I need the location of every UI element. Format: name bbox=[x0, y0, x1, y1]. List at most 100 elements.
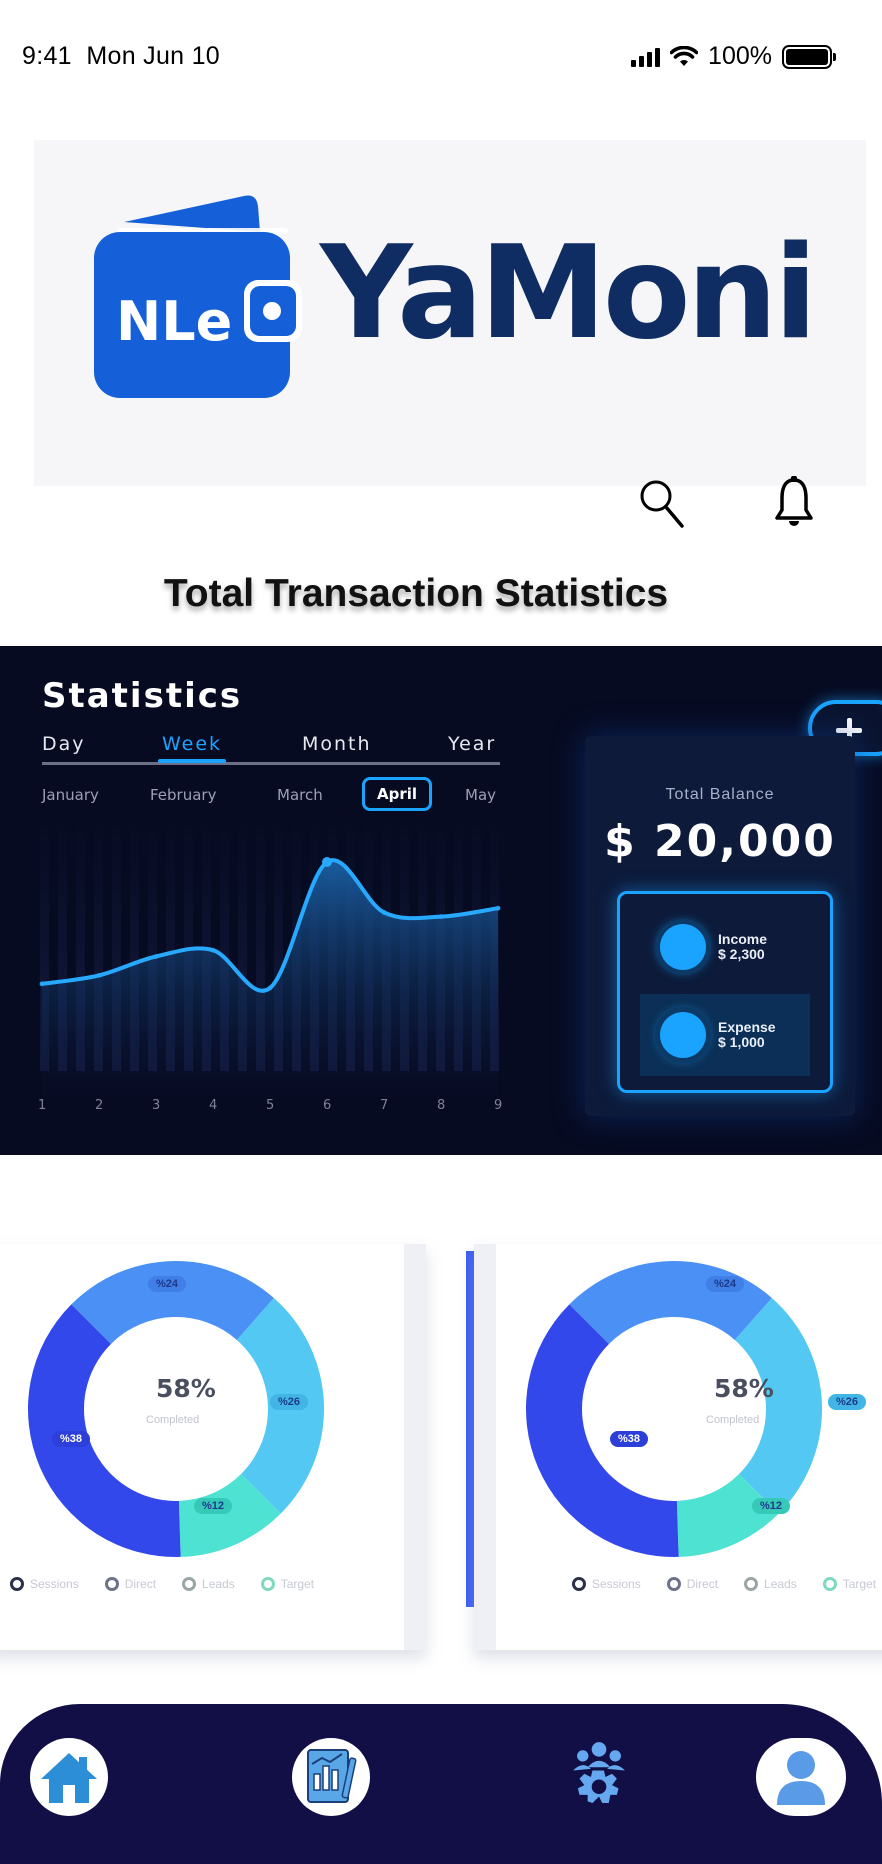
chart-data-point bbox=[438, 914, 444, 920]
donut-center-value: 58% bbox=[714, 1374, 774, 1403]
expense-text: Expense $ 1,000 bbox=[718, 1018, 776, 1051]
team-settings-icon bbox=[573, 1742, 625, 1803]
legend-item: Direct bbox=[104, 1577, 156, 1591]
legend-dot-icon bbox=[260, 1577, 275, 1591]
legend-dot-icon bbox=[182, 1577, 197, 1591]
income-value: $ 2,300 bbox=[718, 946, 765, 962]
status-indicators: 100% bbox=[631, 42, 836, 71]
donut-segment bbox=[734, 1297, 822, 1514]
legend-item: Target bbox=[260, 1577, 314, 1591]
donut-center-label: Completed bbox=[146, 1414, 200, 1426]
chart-data-point bbox=[381, 909, 387, 915]
donut-legend: Sessions Direct Leads Target bbox=[572, 1577, 876, 1591]
wifi-icon bbox=[670, 45, 699, 66]
legend-item: Direct bbox=[666, 1577, 718, 1591]
x-tick-label: 4 bbox=[209, 1098, 218, 1113]
search-icon[interactable] bbox=[634, 474, 690, 530]
segment-label: %26 bbox=[828, 1394, 867, 1410]
month-tab-april[interactable]: April bbox=[362, 777, 433, 811]
bell-icon[interactable] bbox=[766, 474, 822, 530]
legend-item: Sessions bbox=[572, 1577, 641, 1591]
donut-legend: Sessions Direct Leads Target bbox=[10, 1577, 314, 1591]
income-row[interactable]: Income $ 2,300 bbox=[640, 906, 810, 988]
balance-card: Total Balance $ 20,000 Income $ 2,300 Ex… bbox=[585, 736, 855, 1116]
profile-icon bbox=[777, 1751, 825, 1805]
logo-wordmark: YaMoni bbox=[320, 219, 818, 368]
logo-banner: NLe YaMoni bbox=[34, 140, 866, 486]
segment-label: %26 bbox=[270, 1394, 309, 1410]
income-label: Income bbox=[718, 930, 768, 947]
month-tab-march[interactable]: March bbox=[277, 786, 323, 804]
donut-chart bbox=[27, 1261, 324, 1557]
home-icon bbox=[41, 1753, 97, 1803]
battery-percent: 100% bbox=[708, 42, 772, 70]
chart-area-fill bbox=[42, 860, 498, 1096]
statistics-area-chart bbox=[39, 821, 501, 1096]
nav-reports-button[interactable] bbox=[292, 1738, 370, 1816]
legend-item: Target bbox=[822, 1577, 876, 1591]
donut-card-right: 58% Completed %24 %26 %12 %38 Sessions D… bbox=[474, 1244, 882, 1650]
nav-home-button[interactable] bbox=[30, 1738, 108, 1816]
legend-dot-icon bbox=[572, 1577, 586, 1591]
x-tick-label: 6 bbox=[323, 1098, 332, 1113]
income-text: Income $ 2,300 bbox=[718, 930, 768, 963]
tab-month[interactable]: Month bbox=[302, 733, 372, 755]
legend-item: Sessions bbox=[10, 1577, 79, 1591]
nav-profile-button[interactable] bbox=[756, 1738, 846, 1816]
status-date: Mon Jun 10 bbox=[86, 42, 220, 70]
x-tick-label: 9 bbox=[494, 1098, 503, 1113]
logo-badge-text: NLe bbox=[116, 290, 232, 353]
status-bar: 9:41 Mon Jun 10 100% bbox=[0, 0, 882, 112]
x-tick-label: 5 bbox=[266, 1098, 275, 1113]
statistics-panel: Statistics Day Week Month Year January F… bbox=[0, 646, 882, 1155]
chart-data-point bbox=[322, 857, 332, 867]
month-tab-february[interactable]: February bbox=[150, 786, 216, 804]
donut-center-value: 58% bbox=[156, 1374, 216, 1403]
donut-card-left: 58% Completed %24 %26 %12 %38 Sessions D… bbox=[0, 1244, 426, 1650]
expense-label: Expense bbox=[718, 1018, 776, 1035]
battery-icon bbox=[782, 44, 836, 69]
x-tick-label: 8 bbox=[437, 1098, 446, 1113]
card-divider bbox=[466, 1251, 474, 1607]
tab-year[interactable]: Year bbox=[448, 733, 496, 755]
balance-value: $ 20,000 bbox=[604, 816, 836, 867]
donut-center-label: Completed bbox=[706, 1414, 760, 1426]
tab-week[interactable]: Week bbox=[157, 733, 227, 763]
wallet-logo-icon: NLe bbox=[94, 195, 302, 398]
x-tick-label: 2 bbox=[95, 1098, 104, 1113]
statistics-title: Statistics bbox=[42, 676, 243, 716]
month-tab-january[interactable]: January bbox=[42, 786, 99, 804]
tab-day[interactable]: Day bbox=[42, 733, 86, 755]
x-tick-label: 3 bbox=[152, 1098, 161, 1113]
status-clock: 9:41 bbox=[22, 42, 72, 70]
segment-label: %24 bbox=[706, 1276, 745, 1292]
section-title: Total Transaction Statistics bbox=[163, 572, 669, 615]
donut-segment bbox=[71, 1261, 274, 1344]
donut-segment bbox=[569, 1261, 772, 1344]
month-tab-may[interactable]: May bbox=[465, 786, 496, 804]
segment-label: %12 bbox=[752, 1498, 791, 1514]
chart-data-point bbox=[210, 947, 216, 953]
legend-dot-icon bbox=[666, 1577, 681, 1591]
legend-dot-icon bbox=[10, 1577, 24, 1591]
legend-item: Leads bbox=[182, 1577, 235, 1591]
chart-data-point bbox=[39, 981, 45, 987]
expense-value: $ 1,000 bbox=[718, 1034, 765, 1050]
balance-label: Total Balance bbox=[665, 786, 775, 803]
period-tabs: Day Week Month Year bbox=[42, 733, 500, 765]
legend-dot-icon bbox=[104, 1577, 119, 1591]
bottom-nav bbox=[0, 1704, 882, 1864]
donut-segment bbox=[27, 1304, 181, 1557]
expense-row[interactable]: Expense $ 1,000 bbox=[640, 994, 810, 1076]
chart-data-point bbox=[495, 905, 501, 911]
segment-label: %12 bbox=[194, 1498, 233, 1514]
nav-team-settings-button[interactable] bbox=[560, 1738, 638, 1816]
legend-dot-icon bbox=[744, 1577, 759, 1591]
segment-label: %24 bbox=[148, 1276, 187, 1292]
donut-segment bbox=[526, 1304, 679, 1557]
expense-ring-icon bbox=[660, 1012, 706, 1058]
x-tick-label: 1 bbox=[38, 1098, 47, 1113]
cash-flow-box: Income $ 2,300 Expense $ 1,000 bbox=[617, 891, 833, 1093]
legend-item: Leads bbox=[744, 1577, 797, 1591]
chart-data-point bbox=[96, 972, 102, 978]
